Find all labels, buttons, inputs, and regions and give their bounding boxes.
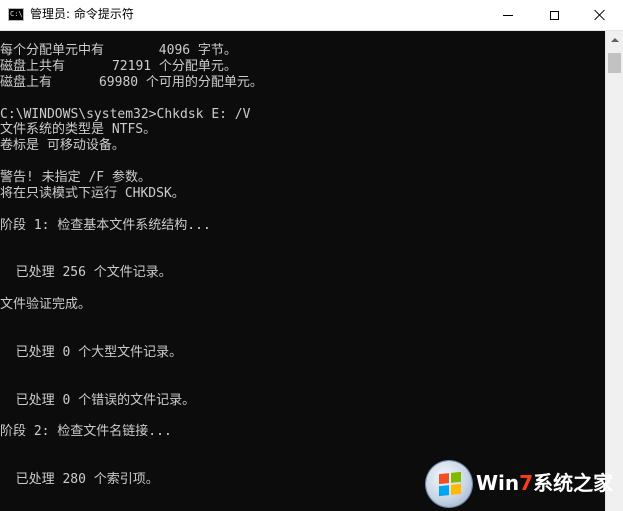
scroll-up-button[interactable] [606,31,623,49]
maximize-icon [549,10,559,20]
title-bar[interactable]: C:\ 管理员: 命令提示符 [0,0,623,31]
console-text: 每个分配单元中有 4096 字节。 磁盘上共有 72191 个分配单元。 磁盘上有 … [0,43,263,488]
close-icon [594,9,606,21]
console-line: 警告! 未指定 /F 参数。 [0,170,151,186]
console-line: 已处理 256 个文件记录。 [0,265,172,281]
windows-flag-logo [426,461,472,507]
vertical-scrollbar[interactable] [605,31,623,511]
maximize-button[interactable] [531,0,577,30]
command-prompt-window: C:\ 管理员: 命令提示符 每个分配单元中有 4096 字节。 磁盘上共有 72… [0,0,623,511]
console-line: 已处理 280 个索引项。 [0,472,159,488]
watermark-brand-win: Win [476,471,520,495]
minimize-button[interactable] [485,0,531,30]
console-line: 每个分配单元中有 4096 字节。 [0,43,237,58]
console-line: C:\WINDOWS\system32>Chkdsk E: /V [0,106,251,122]
console-output[interactable]: 每个分配单元中有 4096 字节。 磁盘上共有 72191 个分配单元。 磁盘上有 … [0,31,605,511]
watermark: Win7系统之家 [424,460,620,508]
console-line: 已处理 0 个大型文件记录。 [0,344,183,360]
watermark-brand-site: 系统之家 [533,471,614,495]
close-button[interactable] [577,0,623,30]
watermark-brand: Win7系统之家 [476,469,613,497]
console-line: 文件系统的类型是 NTFS。 [0,122,157,138]
console-line: 文件验证完成。 [0,297,92,313]
console-line: 将在只读模式下运行 CHKDSK。 [0,186,185,202]
arrow-up-icon [610,38,619,42]
scroll-thumb[interactable] [608,53,621,73]
console-line: 磁盘上有 69980 个可用的分配单元。 [0,74,263,90]
console-line: 卷标是 可移动设备。 [0,138,125,154]
watermark-brand-7: 7 [519,471,534,495]
console-line: 阶段 1: 检查基本文件系统结构... [0,217,211,233]
windows-flag-icon [439,471,461,497]
console-line: 阶段 2: 检查文件名链接... [0,424,172,440]
minimize-icon [503,14,513,16]
console-line: 磁盘上共有 72191 个分配单元。 [0,58,237,74]
console-line: 已处理 0 个错误的文件记录。 [0,392,196,408]
window-title: 管理员: 命令提示符 [30,7,134,21]
cmd-app-icon[interactable]: C:\ [8,8,24,21]
